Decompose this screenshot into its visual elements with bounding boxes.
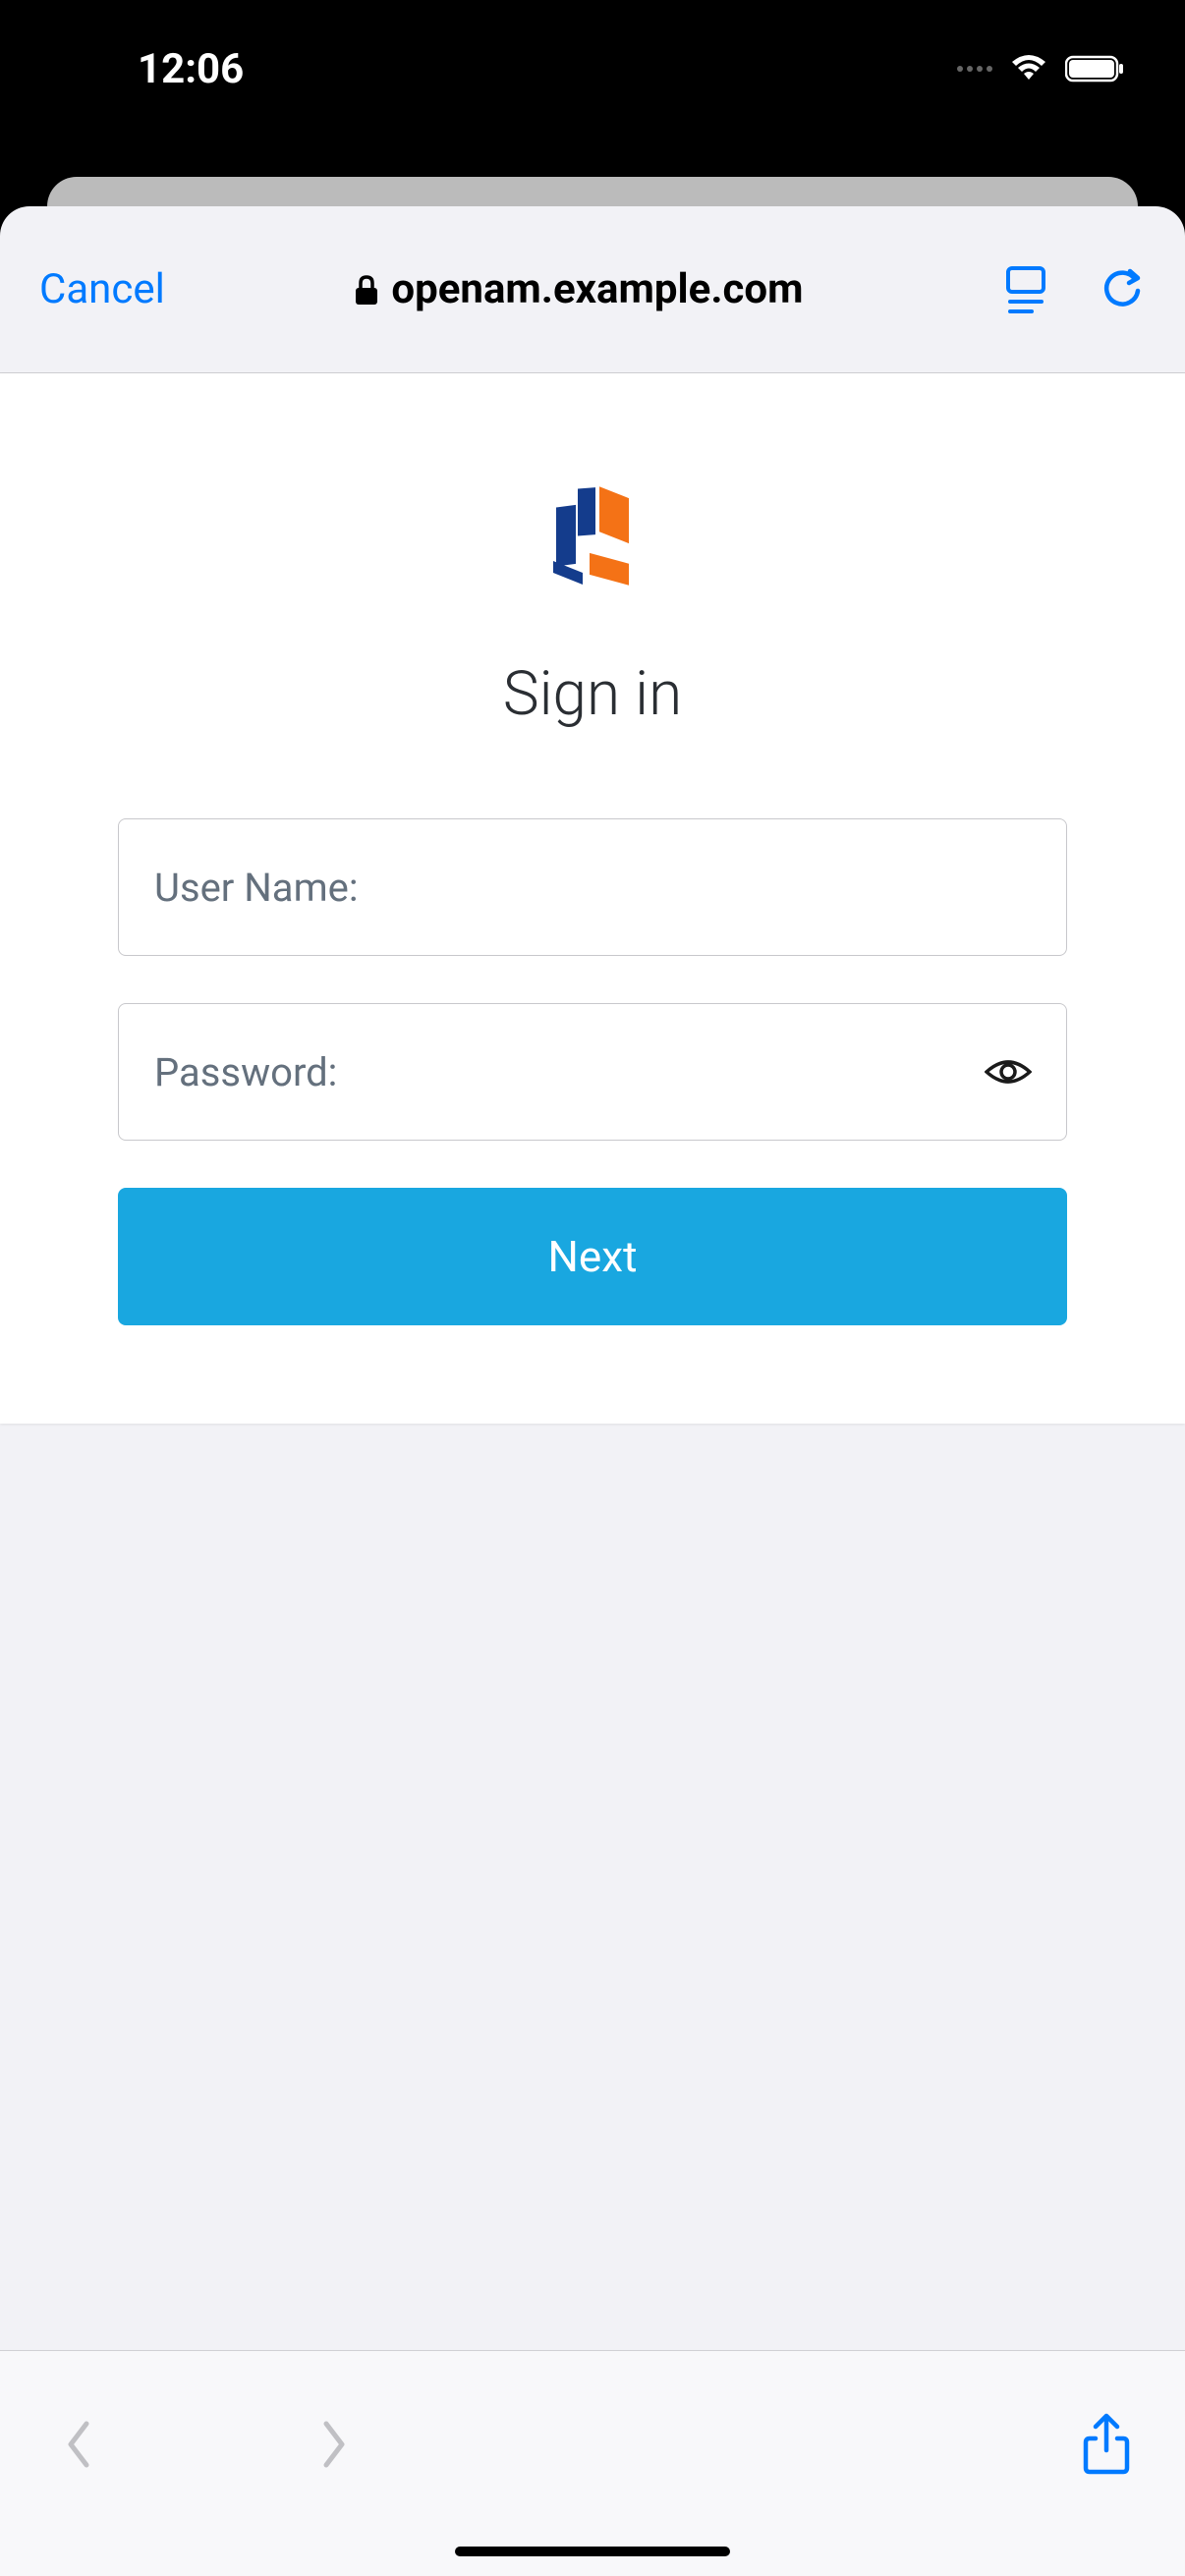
eye-icon	[985, 1056, 1032, 1088]
logo-container	[118, 481, 1067, 599]
cellular-dots-icon	[957, 66, 992, 72]
cancel-button[interactable]: Cancel	[39, 265, 165, 313]
web-sheet: Cancel openam.example.com	[0, 206, 1185, 2576]
next-button[interactable]: Next	[118, 1188, 1067, 1325]
battery-icon	[1065, 54, 1126, 84]
signin-card: Sign in Next	[0, 373, 1185, 1424]
company-logo-icon	[538, 481, 647, 599]
home-indicator[interactable]	[455, 2547, 730, 2556]
wifi-icon	[1008, 54, 1049, 84]
share-icon	[1082, 2413, 1131, 2476]
password-input[interactable]	[118, 1003, 1067, 1141]
username-input[interactable]	[118, 818, 1067, 956]
page-title: Sign in	[118, 658, 1067, 730]
status-time: 12:06	[138, 45, 244, 93]
back-button[interactable]	[49, 2415, 108, 2474]
reader-icon	[1004, 266, 1047, 313]
reader-mode-button[interactable]	[1002, 266, 1049, 313]
url-text: openam.example.com	[391, 265, 803, 313]
chevron-right-icon	[320, 2420, 348, 2469]
share-button[interactable]	[1077, 2410, 1136, 2479]
reload-button[interactable]	[1099, 266, 1146, 313]
bottom-toolbar	[0, 2350, 1185, 2576]
reload-icon	[1102, 267, 1142, 312]
show-password-button[interactable]	[985, 1048, 1032, 1095]
status-bar: 12:06	[0, 0, 1185, 138]
browser-toolbar: Cancel openam.example.com	[0, 206, 1185, 373]
forward-button[interactable]	[305, 2415, 364, 2474]
chevron-left-icon	[65, 2420, 92, 2469]
lock-icon	[354, 274, 379, 306]
password-wrapper	[118, 1003, 1067, 1141]
status-indicators	[957, 54, 1126, 84]
address-bar[interactable]: openam.example.com	[195, 265, 963, 313]
